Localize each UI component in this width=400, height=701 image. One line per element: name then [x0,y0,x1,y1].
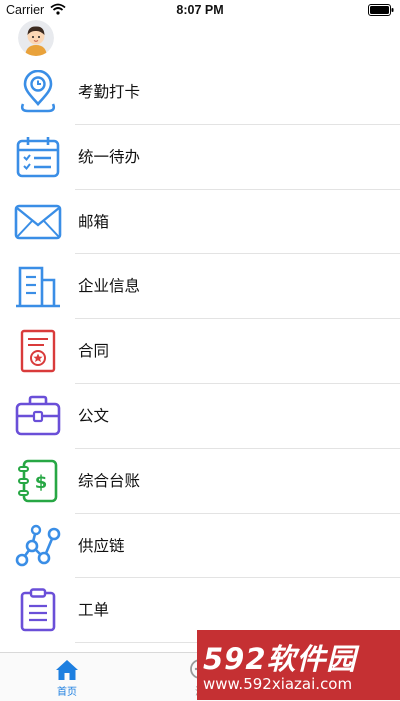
user-avatar-icon [18,20,54,56]
clock-time: 8:07 PM [176,3,224,17]
home-icon [56,660,78,680]
svg-text:$: $ [35,472,48,493]
status-bar: Carrier 8:07 PM [0,0,400,20]
menu-item-label: 邮箱 [78,212,110,231]
menu-item-label: 企业信息 [78,277,141,296]
building-icon [16,267,60,308]
supply-chain-network-icon [15,524,61,566]
menu-item-company-info[interactable]: 企业信息 [0,254,400,320]
menu-item-label: 合同 [78,342,110,361]
tab-home[interactable]: 首页 [27,653,107,701]
menu-item-contract[interactable]: 合同 [0,319,400,384]
battery-icon [368,4,394,19]
ledger-notebook-icon: $ [18,459,58,503]
calendar-checklist-icon [16,136,60,178]
menu-item-todo[interactable]: 统一待办 [0,125,400,190]
menu-item-attendance[interactable]: 考勤打卡 [0,60,400,125]
briefcase-icon [15,395,61,436]
envelope-icon [14,204,62,239]
avatar[interactable] [18,20,54,56]
menu-item-mailbox[interactable]: 邮箱 [0,190,400,255]
menu-item-ledger[interactable]: $ 综合台账 [0,449,400,514]
watermark-brand: 592软件园 [203,642,357,676]
menu-item-document[interactable]: 公文 [0,384,400,449]
menu-item-label: 工单 [78,601,110,620]
tab-label: 首页 [57,687,77,698]
menu-item-label: 综合台账 [78,471,141,490]
watermark-logo: 592软件园 www.592xiazai.com [197,630,400,700]
menu-item-label: 考勤打卡 [78,83,141,101]
menu-item-supply-chain[interactable]: 供应链 [0,514,400,579]
watermark-url: www.592xiazai.com [203,675,353,693]
contract-certificate-icon [20,329,56,373]
menu-item-label: 公文 [78,406,110,425]
clipboard-icon [20,588,56,632]
menu-item-label: 供应链 [78,536,125,555]
location-pin-icon [20,70,56,113]
menu-item-label: 统一待办 [78,147,141,166]
menu-list: 考勤打卡 统一待办 邮箱 企业信息 合同 公文 $ 综合台账 供应链 工单 [0,60,400,644]
